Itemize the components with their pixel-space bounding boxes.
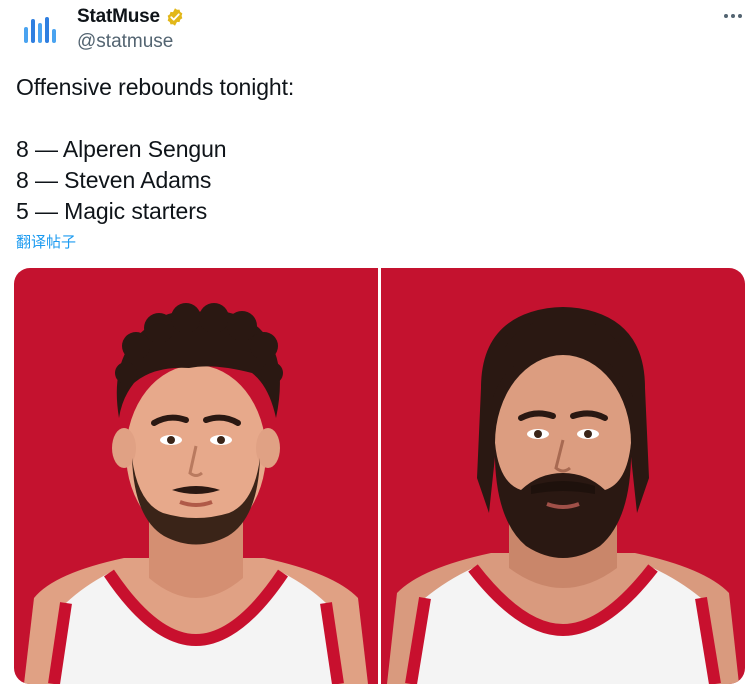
tweet-text-line (16, 103, 294, 134)
tweet-text-line: 8 — Steven Adams (16, 167, 212, 193)
more-options-icon[interactable] (719, 6, 747, 26)
tweet-text-line: 5 — Magic starters (16, 198, 208, 224)
display-name-text: StatMuse (77, 6, 160, 27)
tweet-text: Offensive rebounds tonight: 8 — Alperen … (16, 72, 294, 227)
translate-post-link[interactable]: 翻译帖子 (16, 231, 76, 252)
tweet-text-line: 8 — Alperen Sengun (16, 136, 227, 162)
statmuse-logo-icon (24, 17, 56, 43)
tweet-text-line: Offensive rebounds tonight: (16, 74, 295, 100)
avatar[interactable] (14, 4, 66, 56)
display-name[interactable]: StatMuse (77, 6, 185, 28)
player-portrait-sengun[interactable] (14, 268, 378, 684)
player-portrait-adams[interactable] (381, 268, 745, 684)
tweet-media[interactable] (14, 268, 745, 684)
user-handle[interactable]: @statmuse (77, 31, 173, 53)
verified-badge-icon (167, 8, 183, 26)
